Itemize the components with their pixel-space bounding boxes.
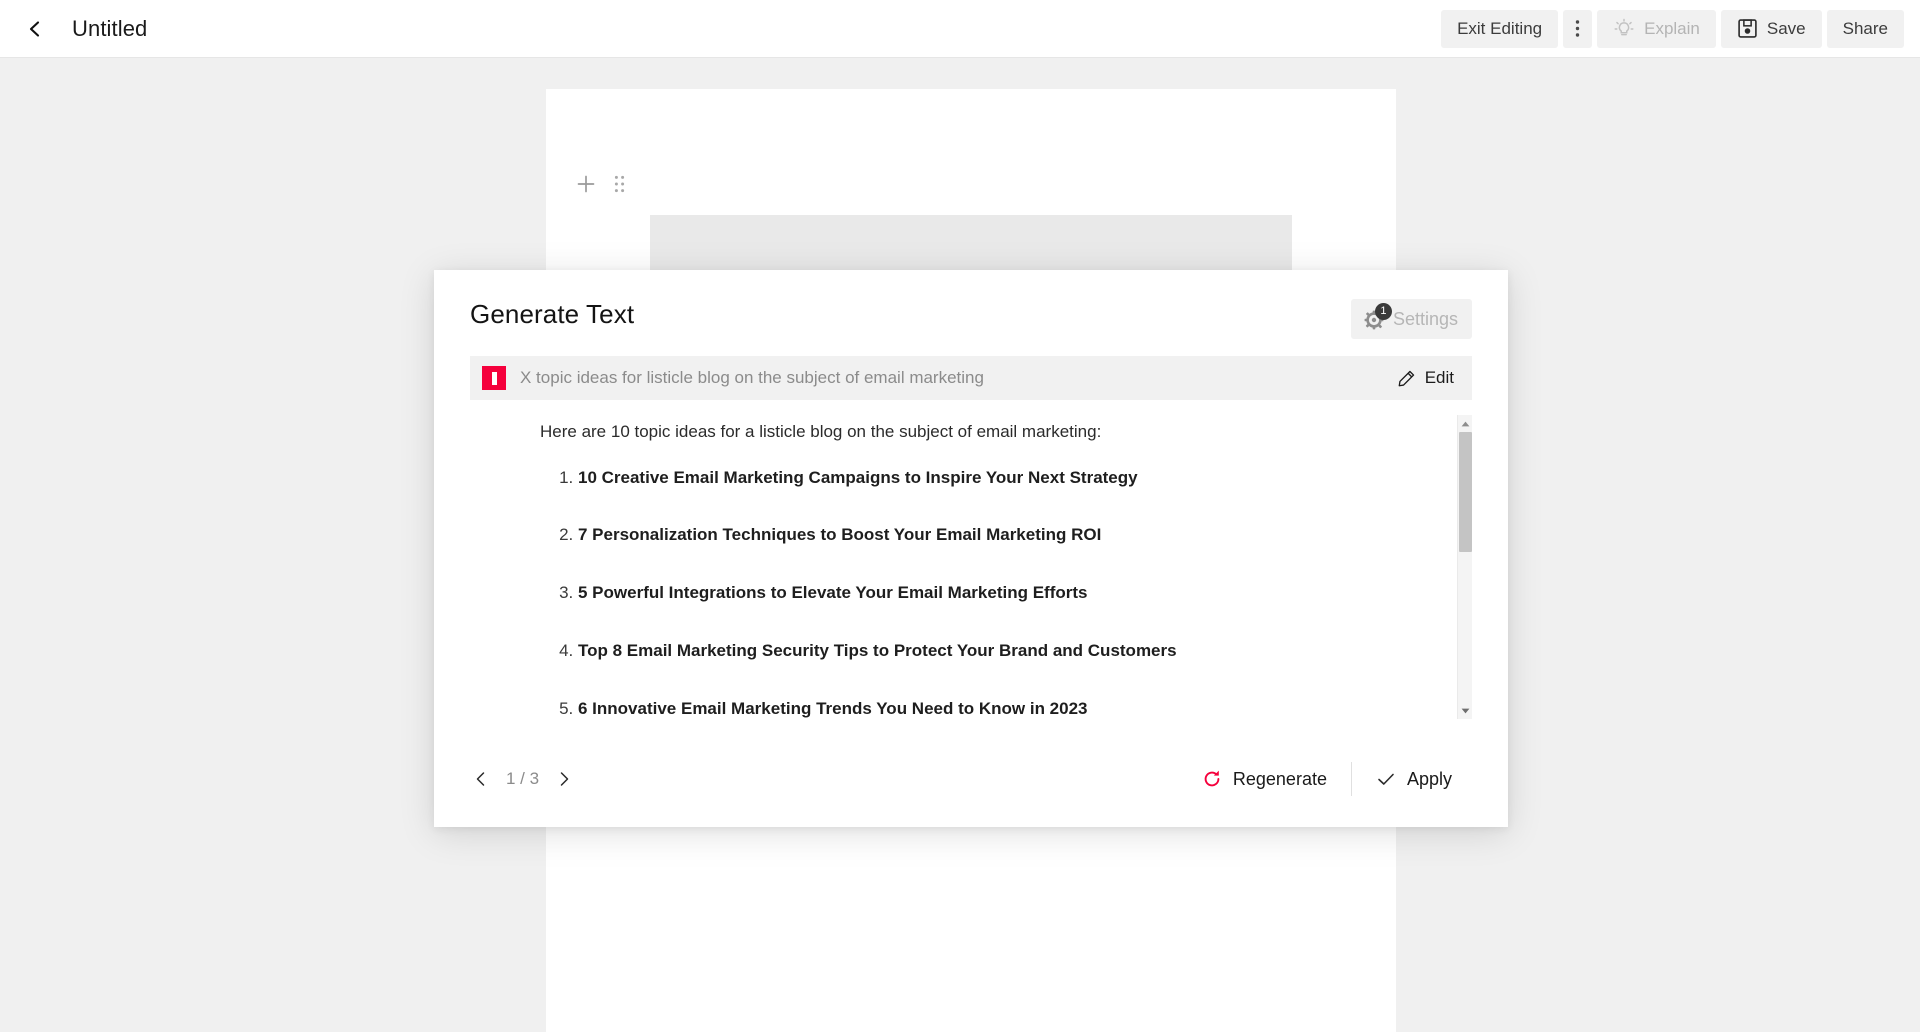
result-pager: 1 / 3: [470, 768, 575, 790]
top-toolbar: Untitled Exit Editing Explain Save Share: [0, 0, 1920, 58]
settings-label: Settings: [1392, 308, 1458, 329]
idea-text: 7 Personalization Techniques to Boost Yo…: [578, 525, 1102, 545]
generated-text-area: Here are 10 topic ideas for a listicle b…: [470, 415, 1472, 719]
exit-editing-button[interactable]: Exit Editing: [1441, 9, 1559, 48]
generated-text-scrollbar[interactable]: [1457, 415, 1472, 719]
list-item: 7 Personalization Techniques to Boost Yo…: [578, 524, 1464, 547]
lightbulb-icon: [1614, 18, 1634, 35]
chevron-left-icon: [29, 20, 40, 37]
dialog-footer-actions: Regenerate Apply: [1182, 762, 1472, 796]
edit-label: Edit: [1424, 368, 1454, 387]
gear-icon: 1: [1361, 303, 1392, 332]
prompt-bar[interactable]: X topic ideas for listicle blog on the s…: [470, 356, 1472, 400]
dialog-footer: 1 / 3 Regenerate Apply: [434, 731, 1508, 827]
settings-button[interactable]: 1 Settings: [1350, 299, 1472, 339]
generate-text-dialog: Generate Text 1 Settings X topic ideas f…: [434, 270, 1508, 827]
page-title: Untitled: [72, 15, 148, 41]
caret-up-icon: [1461, 421, 1470, 426]
explain-button[interactable]: Explain: [1597, 9, 1716, 48]
refresh-icon: [1204, 770, 1220, 787]
selected-text-block[interactable]: [650, 215, 1292, 275]
regenerate-button[interactable]: Regenerate: [1182, 769, 1347, 790]
template-list-icon: [482, 366, 506, 390]
exit-editing-label: Exit Editing: [1457, 18, 1543, 38]
idea-text: Top 8 Email Marketing Security Tips to P…: [578, 641, 1177, 661]
generated-idea-list: 10 Creative Email Marketing Campaigns to…: [540, 467, 1464, 720]
floppy-disk-icon: [1738, 19, 1757, 38]
apply-label: Apply: [1406, 768, 1452, 789]
save-button[interactable]: Save: [1720, 9, 1822, 48]
back-button[interactable]: [18, 12, 52, 46]
plus-icon: [577, 175, 595, 193]
apply-button[interactable]: Apply: [1356, 769, 1472, 790]
settings-badge: 1: [1374, 303, 1392, 320]
list-item: 5 Powerful Integrations to Elevate Your …: [578, 582, 1464, 605]
generated-text-scroll-viewport: Here are 10 topic ideas for a listicle b…: [470, 415, 1472, 719]
page-indicator: 1 / 3: [506, 769, 540, 788]
next-result-button[interactable]: [553, 768, 575, 790]
list-item: 10 Creative Email Marketing Campaigns to…: [578, 467, 1464, 490]
idea-text: 6 Innovative Email Marketing Trends You …: [578, 699, 1088, 719]
idea-text: 10 Creative Email Marketing Campaigns to…: [578, 467, 1138, 487]
drag-grip-icon: [614, 175, 625, 193]
result-intro: Here are 10 topic ideas for a listicle b…: [540, 422, 1102, 441]
chevron-right-icon: [560, 772, 569, 786]
share-label: Share: [1842, 18, 1888, 38]
more-options-button[interactable]: [1563, 9, 1593, 48]
caret-down-icon: [1461, 708, 1470, 713]
toolbar-actions: Exit Editing Explain Save Share: [1441, 9, 1904, 48]
prompt-text: X topic ideas for listicle blog on the s…: [520, 368, 984, 387]
scroll-down-button[interactable]: [1458, 702, 1473, 719]
block-handle-group: [576, 174, 625, 199]
scrollbar-track[interactable]: [1458, 432, 1473, 702]
scrollbar-thumb[interactable]: [1459, 432, 1472, 552]
chevron-left-icon: [476, 772, 485, 786]
add-block-button[interactable]: [576, 174, 596, 199]
edit-prompt-button[interactable]: Edit: [1397, 368, 1460, 388]
footer-divider: [1350, 762, 1352, 796]
save-label: Save: [1766, 18, 1806, 38]
list-item: Top 8 Email Marketing Security Tips to P…: [578, 640, 1464, 663]
scroll-up-button[interactable]: [1458, 415, 1473, 432]
list-item: 6 Innovative Email Marketing Trends You …: [578, 698, 1464, 719]
check-icon: [1378, 773, 1394, 785]
regenerate-label: Regenerate: [1232, 768, 1327, 789]
share-button[interactable]: Share: [1826, 9, 1904, 48]
idea-text: 5 Powerful Integrations to Elevate Your …: [578, 583, 1088, 603]
dialog-title: Generate Text: [470, 299, 635, 329]
drag-block-handle[interactable]: [614, 175, 625, 198]
previous-result-button[interactable]: [470, 768, 492, 790]
pencil-icon: [1398, 370, 1414, 386]
dialog-header: Generate Text 1 Settings: [434, 270, 1508, 339]
kebab-menu-icon: [1575, 20, 1580, 37]
explain-label: Explain: [1644, 18, 1700, 38]
